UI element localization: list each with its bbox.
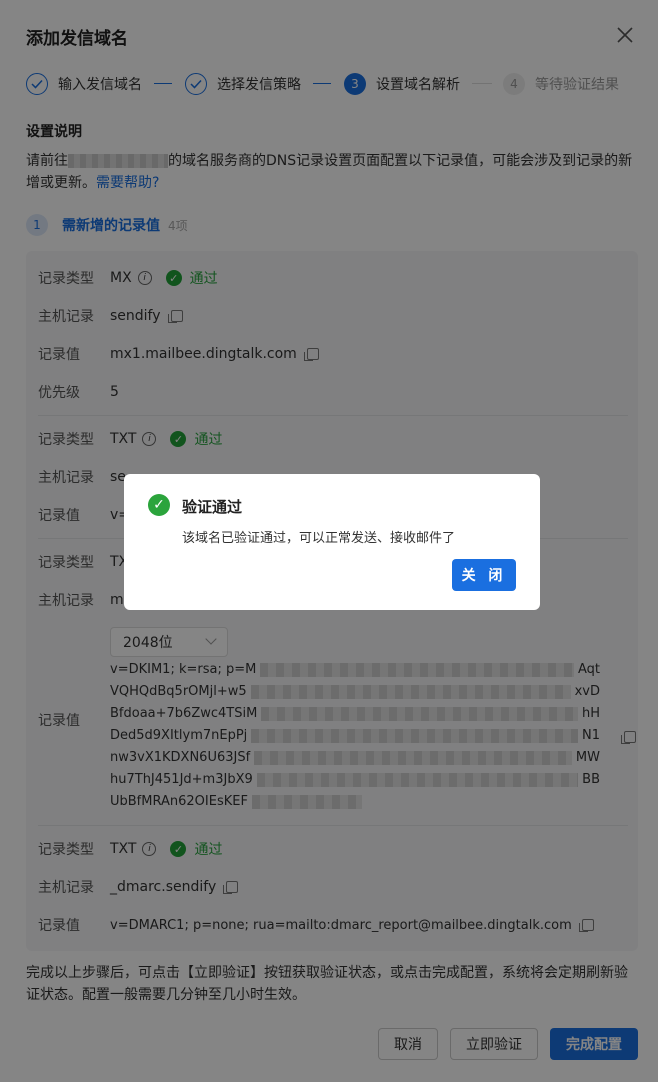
success-check-icon: ✓ <box>148 494 170 516</box>
dialog-title: 验证通过 <box>182 498 243 516</box>
dialog-message: 该域名已验证通过，可以正常发送、接收邮件了 <box>182 531 456 546</box>
verify-success-dialog: ✓ 验证通过 该域名已验证通过，可以正常发送、接收邮件了 关 闭 <box>124 474 540 610</box>
dialog-close-button[interactable]: 关 闭 <box>452 559 516 591</box>
